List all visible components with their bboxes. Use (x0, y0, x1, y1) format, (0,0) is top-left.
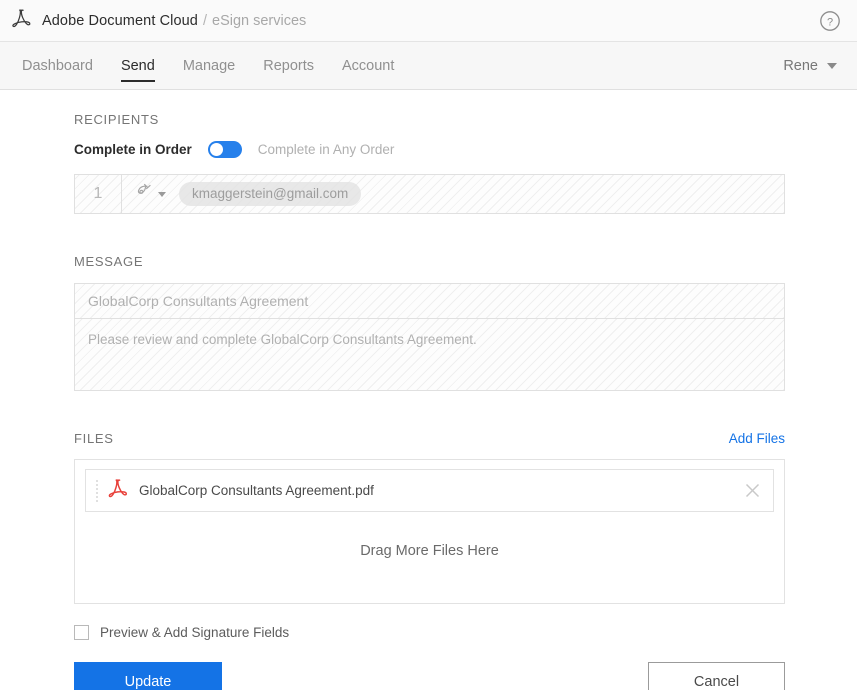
send-agreement-form: RECIPIENTS Complete in Order Complete in… (0, 90, 857, 690)
chevron-down-icon (827, 62, 837, 69)
tab-reports-label: Reports (263, 57, 314, 74)
brand-subtitle: eSign services (212, 12, 307, 29)
complete-in-any-order-label: Complete in Any Order (257, 142, 395, 157)
tab-send-label: Send (120, 57, 155, 74)
tab-reports[interactable]: Reports (249, 42, 328, 89)
cancel-button[interactable]: Cancel (648, 662, 785, 690)
recipient-email-chip[interactable]: kmaggerstein@gmail.com (179, 182, 362, 206)
files-drop-panel[interactable]: GlobalCorp Consultants Agreement.pdf Dra… (74, 459, 785, 604)
file-name-label: GlobalCorp Consultants Agreement.pdf (139, 483, 374, 498)
recipient-row[interactable]: 1 kmaggerstein@gmail.com (74, 174, 785, 214)
drag-handle-icon[interactable] (92, 479, 102, 502)
recipient-role-selector[interactable] (122, 175, 177, 213)
drag-more-files-hint: Drag More Files Here (360, 543, 499, 559)
files-header: FILES Add Files (74, 431, 785, 446)
chevron-down-icon (157, 191, 166, 197)
brand-separator: / (202, 12, 207, 29)
preview-signature-fields-label: Preview & Add Signature Fields (100, 625, 290, 640)
update-button[interactable]: Update (74, 662, 222, 690)
preview-signature-fields-checkbox[interactable] (74, 625, 89, 640)
message-body-textarea[interactable]: Please review and complete GlobalCorp Co… (74, 319, 785, 391)
add-files-link[interactable]: Add Files (729, 431, 785, 446)
recipient-order-toggle[interactable] (207, 141, 242, 158)
nav-items: Dashboard Send Manage Reports Account (8, 42, 408, 89)
brand-title: Adobe Document Cloud (42, 12, 198, 29)
tab-dashboard[interactable]: Dashboard (8, 42, 107, 89)
recipient-email-input[interactable]: kmaggerstein@gmail.com (177, 175, 784, 213)
adobe-acrobat-logo-icon (10, 8, 34, 34)
message-section-label: MESSAGE (74, 254, 144, 269)
user-menu-label: Rene (783, 57, 818, 74)
main-navigation: Dashboard Send Manage Reports Account Re… (0, 42, 857, 90)
complete-in-order-label: Complete in Order (74, 142, 192, 157)
tab-account[interactable]: Account (328, 42, 408, 89)
help-circle-icon[interactable]: ? (819, 10, 841, 32)
recipients-section-label: RECIPIENTS (74, 112, 160, 127)
recipient-index: 1 (75, 175, 122, 213)
user-menu[interactable]: Rene (783, 42, 841, 89)
tab-manage[interactable]: Manage (169, 42, 249, 89)
tab-dashboard-label: Dashboard (22, 57, 93, 74)
close-x-icon[interactable] (743, 481, 762, 500)
signature-pen-icon (134, 182, 153, 206)
toggle-knob (209, 143, 223, 156)
tab-account-label: Account (342, 57, 395, 74)
brand-bar: Adobe Document Cloud / eSign services ? (0, 0, 857, 42)
pdf-file-icon (108, 479, 129, 502)
preview-signature-fields-row: Preview & Add Signature Fields (74, 625, 785, 640)
form-actions: Update Cancel (74, 662, 785, 690)
files-section-label: FILES (74, 431, 114, 446)
message-section: MESSAGE GlobalCorp Consultants Agreement… (74, 254, 785, 391)
tab-manage-label: Manage (182, 57, 236, 74)
tab-send[interactable]: Send (107, 42, 169, 89)
message-subject-input[interactable]: GlobalCorp Consultants Agreement (74, 283, 785, 319)
file-list-item[interactable]: GlobalCorp Consultants Agreement.pdf (85, 469, 774, 512)
svg-text:?: ? (827, 16, 833, 28)
recipient-order-toggle-row: Complete in Order Complete in Any Order (74, 141, 785, 158)
